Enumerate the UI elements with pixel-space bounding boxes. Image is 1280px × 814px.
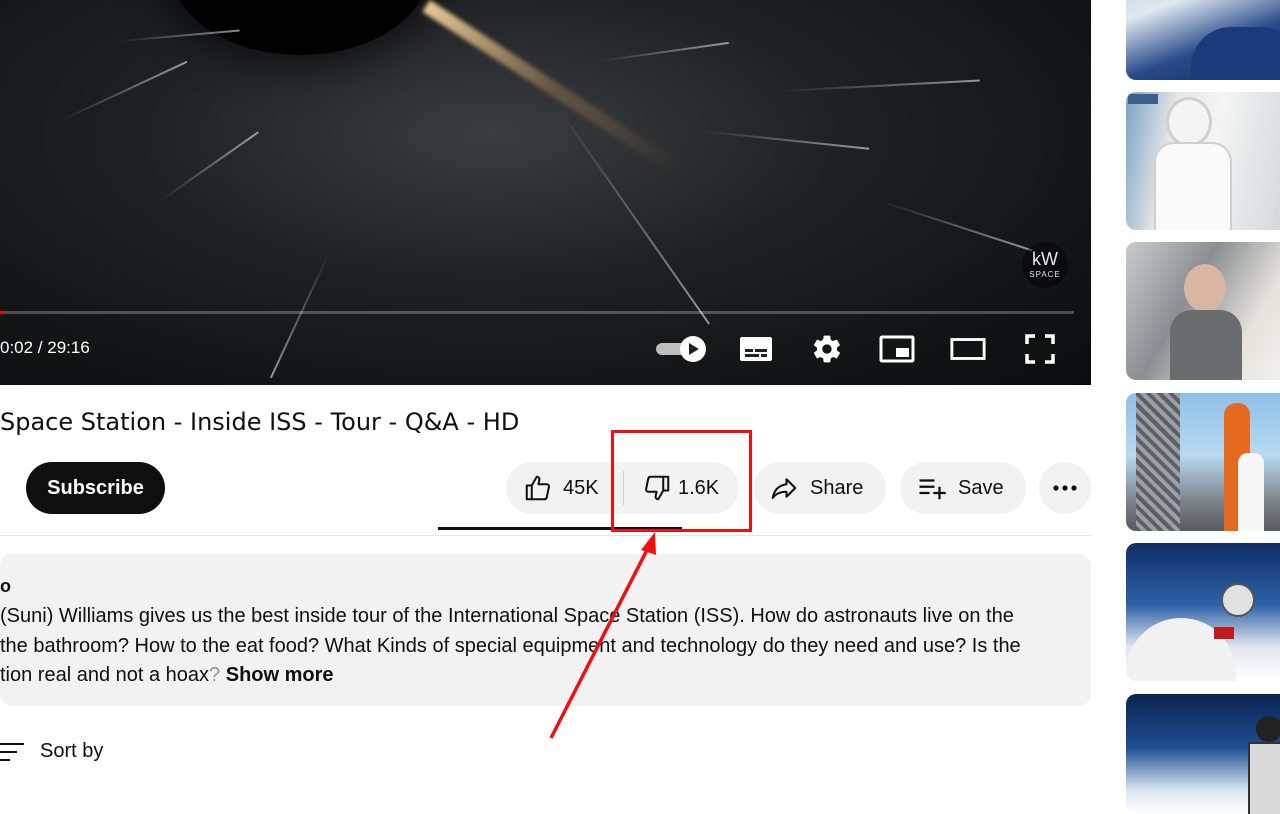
share-button[interactable]: Share xyxy=(754,462,886,514)
thumbnail-spacesuit xyxy=(1154,142,1232,230)
save-button[interactable]: Save xyxy=(900,462,1026,514)
share-icon xyxy=(771,478,797,499)
video-frame-star-streak xyxy=(159,131,259,202)
description-line-1: (Suni) Williams gives us the best inside… xyxy=(0,605,1014,627)
video-frame-light-jet xyxy=(422,0,682,176)
subtitles-button[interactable] xyxy=(738,331,774,367)
subtitles-icon xyxy=(740,337,772,361)
thumbnail-astronaut-suit xyxy=(1248,742,1280,814)
watermark-sub-text: SPACE xyxy=(1029,270,1061,279)
like-count: 45K xyxy=(563,476,599,499)
video-frame-star-streak xyxy=(599,41,729,62)
thumbnail-astronaut-helmet xyxy=(1256,716,1280,742)
autoplay-toggle-icon xyxy=(656,336,706,362)
time-display: 0:02 / 29:16 xyxy=(0,338,90,357)
autoplay-toggle[interactable] xyxy=(655,331,709,367)
dislike-count: 1.6K xyxy=(678,476,720,499)
description-line-2: the bathroom? How to the eat food? What … xyxy=(0,634,1021,657)
dislike-button[interactable]: 1.6K xyxy=(624,462,719,514)
settings-button[interactable] xyxy=(809,331,845,367)
description-text: (Suni) Williams gives us the best inside… xyxy=(0,602,1060,691)
video-frame-star-streak xyxy=(269,250,331,379)
miniplayer-icon xyxy=(879,335,915,363)
fullscreen-button[interactable] xyxy=(1022,331,1058,367)
progress-bar-fill xyxy=(0,311,5,314)
thumbs-up-icon xyxy=(525,475,550,501)
description-meta: o xyxy=(0,576,11,596)
thumbnail-launch-tower xyxy=(1136,393,1180,531)
theater-mode-icon xyxy=(950,338,986,360)
share-label: Share xyxy=(810,476,864,499)
video-frame-star-streak xyxy=(699,130,870,150)
recommended-video-thumbnail[interactable] xyxy=(1126,242,1280,380)
sort-icon xyxy=(0,742,24,761)
section-divider xyxy=(0,535,1091,536)
recommended-video-thumbnail[interactable] xyxy=(1126,694,1280,814)
theater-mode-button[interactable] xyxy=(950,331,986,367)
recommended-video-thumbnail[interactable] xyxy=(1126,543,1280,681)
description-fade-text: ? xyxy=(209,664,221,686)
thumbnail-astronaut-helmet xyxy=(1221,583,1255,617)
sort-comments-button[interactable]: Sort by xyxy=(0,740,103,763)
channel-watermark[interactable]: kW SPACE xyxy=(1022,242,1068,288)
recommended-video-thumbnail[interactable] xyxy=(1126,393,1280,531)
show-more-link[interactable]: Show more xyxy=(226,664,334,686)
description-line-3: tion real and not a hoax? Show more xyxy=(0,661,1060,691)
sort-by-label: Sort by xyxy=(40,740,104,762)
video-frame-star-streak xyxy=(779,79,980,92)
thumbnail-red-detail xyxy=(1214,627,1234,639)
active-underline xyxy=(438,527,682,530)
fullscreen-icon xyxy=(1025,334,1055,364)
like-dislike-group: 45K 1.6K xyxy=(506,462,739,514)
thumbnail-figure xyxy=(1191,27,1280,80)
thumbnail-face xyxy=(1184,264,1226,312)
thumbs-down-icon xyxy=(645,475,670,501)
description-line-3-text: tion real and not a hoax xyxy=(0,664,210,686)
video-frame-star-streak xyxy=(59,60,188,122)
description-panel[interactable]: o (Suni) Williams gives us the best insi… xyxy=(0,554,1091,706)
miniplayer-button[interactable] xyxy=(879,331,915,367)
more-horizontal-icon xyxy=(1053,485,1077,491)
thumbnail-shuttle xyxy=(1238,453,1264,531)
gear-icon xyxy=(813,335,840,363)
more-actions-button[interactable] xyxy=(1039,462,1091,514)
add-to-playlist-icon xyxy=(919,479,946,500)
video-title: Space Station - Inside ISS - Tour - Q&A … xyxy=(0,408,520,436)
video-player[interactable]: kW SPACE 0:02 / 29:16 xyxy=(0,0,1091,385)
progress-bar[interactable] xyxy=(0,311,1074,314)
recommended-video-thumbnail[interactable] xyxy=(1126,0,1280,80)
thumbnail-helmet xyxy=(1166,97,1212,147)
thumbnail-badge xyxy=(1128,94,1158,104)
video-frame-black-hole xyxy=(170,0,430,55)
recommended-video-thumbnail[interactable] xyxy=(1126,92,1280,230)
like-button[interactable]: 45K xyxy=(506,462,623,514)
subscribe-button[interactable]: Subscribe xyxy=(26,462,165,514)
video-frame-star-streak xyxy=(879,200,1033,252)
thumbnail-shirt xyxy=(1170,310,1242,380)
watermark-main-text: kW xyxy=(1032,249,1058,269)
save-label: Save xyxy=(958,476,1004,499)
